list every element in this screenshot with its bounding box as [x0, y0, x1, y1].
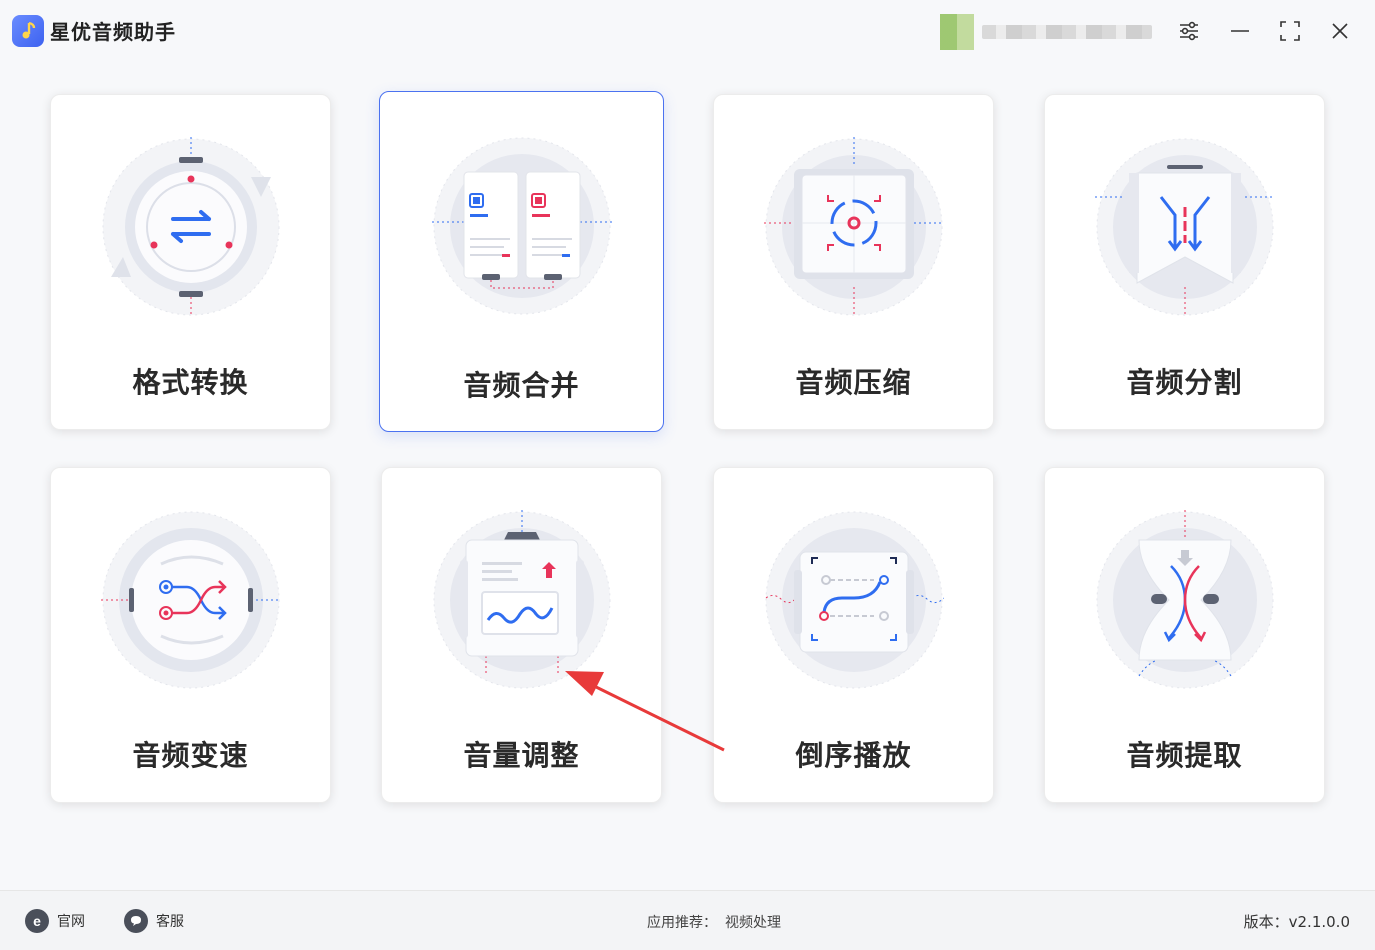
- volume-adjust-icon: [433, 510, 611, 689]
- minimize-icon: [1231, 30, 1249, 32]
- minimize-button[interactable]: [1225, 16, 1255, 46]
- footer-bar: e 官网 客服 应用推荐： 视频处理 版本：v2.1.0.0: [0, 890, 1375, 950]
- card-volume-adjust[interactable]: 音量调整: [381, 467, 662, 803]
- username-blurred: [982, 25, 1152, 39]
- card-label: 音量调整: [463, 739, 580, 772]
- audio-split-icon: [1095, 138, 1275, 317]
- version-text: 版本：v2.1.0.0: [1243, 913, 1350, 931]
- close-icon: [1332, 23, 1348, 39]
- card-reverse-play[interactable]: 倒序播放: [713, 467, 994, 803]
- maximize-icon: [1280, 21, 1300, 41]
- avatar[interactable]: [940, 14, 974, 50]
- app-title: 星优音频助手: [50, 20, 176, 44]
- user-account[interactable]: [940, 14, 1155, 50]
- recommend-label: 应用推荐：: [647, 915, 717, 931]
- ie-browser-icon: e: [25, 909, 49, 933]
- card-audio-compress[interactable]: 音频压缩: [713, 94, 994, 430]
- card-audio-extract[interactable]: 音频提取: [1044, 467, 1325, 803]
- card-label: 音频压缩: [795, 366, 912, 399]
- card-label: 音频提取: [1126, 739, 1243, 772]
- close-button[interactable]: [1325, 16, 1355, 46]
- audio-speed-icon: [101, 511, 281, 689]
- app-logo-icon: [12, 15, 44, 47]
- website-link[interactable]: e 官网: [25, 909, 85, 933]
- format-convert-icon: [102, 137, 280, 317]
- title-bar: 星优音频助手: [0, 0, 1375, 62]
- card-audio-split[interactable]: 音频分割: [1044, 94, 1325, 430]
- card-label: 音频合并: [463, 369, 580, 402]
- audio-compress-icon: [764, 137, 944, 317]
- card-audio-speed[interactable]: 音频变速: [50, 467, 331, 803]
- website-label: 官网: [57, 914, 85, 930]
- maximize-button[interactable]: [1275, 16, 1305, 46]
- settings-sliders-icon: [1180, 21, 1198, 41]
- card-label: 音频分割: [1126, 366, 1243, 399]
- card-label: 格式转换: [132, 366, 249, 399]
- card-format-convert[interactable]: 格式转换: [50, 94, 331, 430]
- card-label: 倒序播放: [795, 739, 912, 772]
- audio-extract-icon: [1096, 510, 1274, 689]
- support-link[interactable]: 客服: [124, 909, 184, 933]
- chat-bubble-icon: [124, 909, 148, 933]
- audio-merge-icon: [432, 137, 612, 315]
- support-label: 客服: [156, 914, 184, 930]
- settings-button[interactable]: [1174, 16, 1204, 46]
- app-recommend: 应用推荐： 视频处理: [647, 912, 781, 932]
- card-audio-merge[interactable]: 音频合并: [379, 91, 664, 432]
- reverse-play-icon: [765, 511, 944, 689]
- svg-text:e: e: [33, 913, 41, 929]
- recommend-link-video[interactable]: 视频处理: [725, 915, 781, 931]
- card-label: 音频变速: [132, 739, 249, 772]
